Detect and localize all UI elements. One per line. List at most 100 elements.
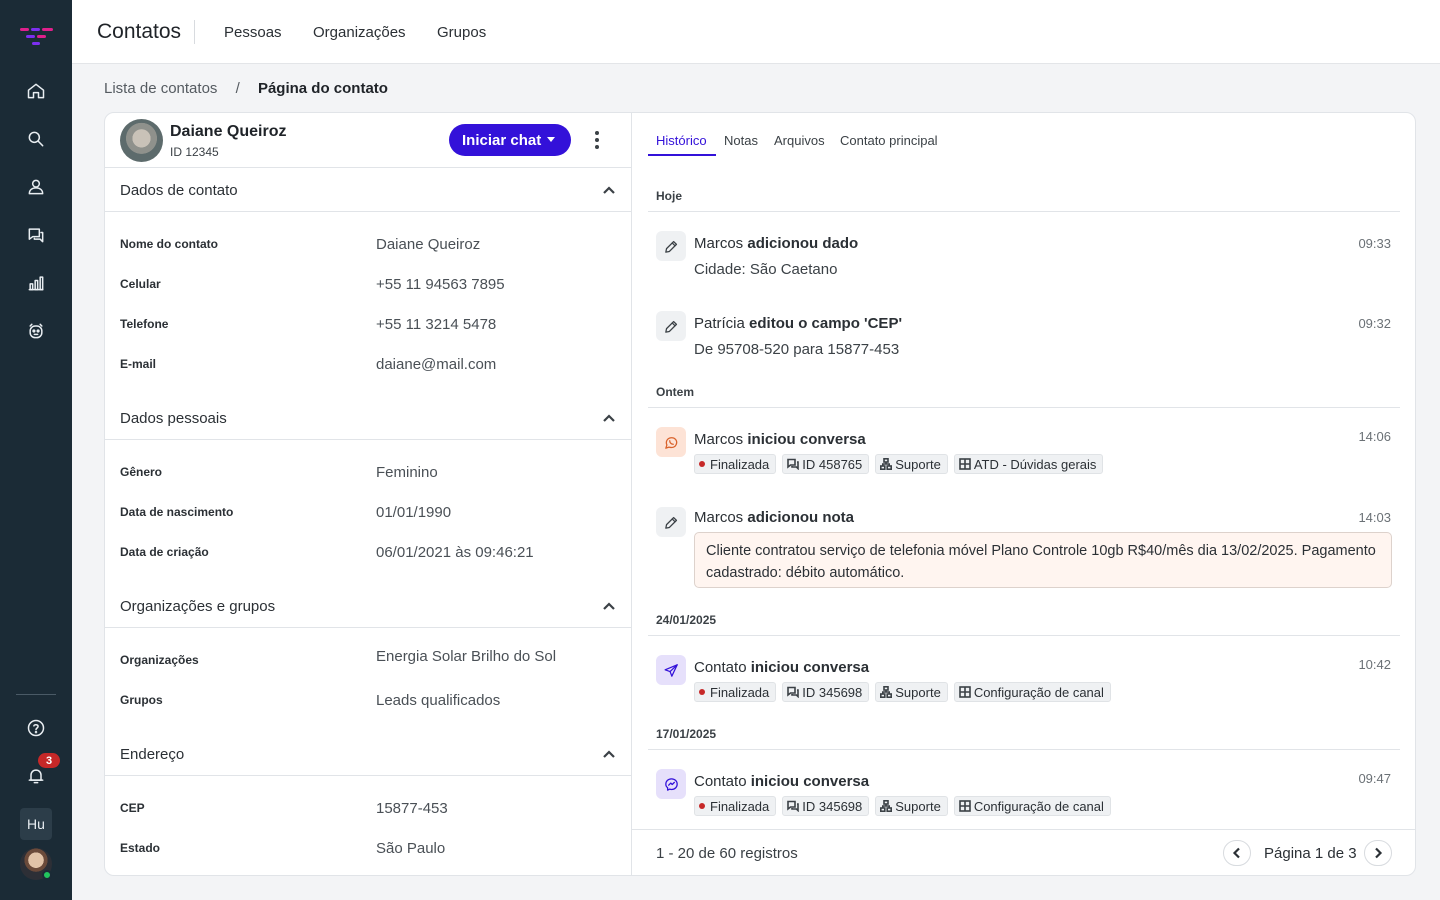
event-action: adicionou nota xyxy=(747,509,855,526)
event-time: 14:03 xyxy=(1358,510,1391,525)
event-detail: De 95708-520 para 15877-453 xyxy=(694,341,900,358)
team-chip-label: Suporte xyxy=(895,798,941,814)
chat-icon xyxy=(28,228,44,243)
title-divider xyxy=(194,20,195,44)
page-title: Contatos xyxy=(97,20,182,43)
event-actor: Marcos xyxy=(694,431,744,448)
breadcrumb-current: Página do contato xyxy=(257,80,388,97)
contact-details-panel: Daiane Queiroz ID 12345 Iniciar chat Dad… xyxy=(105,113,632,875)
sidebar-item-contacts[interactable] xyxy=(20,171,52,203)
queue-chip: Configuração de canal xyxy=(953,796,1111,816)
contact-avatar xyxy=(120,119,163,162)
breadcrumb-parent-link[interactable]: Lista de contatos xyxy=(104,80,217,97)
event-icon xyxy=(656,507,686,537)
help-button[interactable] xyxy=(20,712,52,744)
status-chip: Finalizada xyxy=(694,454,777,474)
status-dot xyxy=(699,461,705,467)
conversation-id-chip[interactable]: ID 458765 xyxy=(782,454,870,474)
event-title: Marcos adicionou dado xyxy=(694,235,858,252)
sidebar-item-chats[interactable] xyxy=(20,219,52,251)
pencil-icon xyxy=(664,516,677,529)
team-chip: Suporte xyxy=(875,454,948,474)
logo-icon xyxy=(20,28,53,45)
event-chips: Finalizada ID 345698 Suporte Configuraçã… xyxy=(694,796,1111,816)
tab-historico[interactable]: Histórico xyxy=(656,133,707,148)
tab-arquivos[interactable]: Arquivos xyxy=(774,133,825,148)
contact-id: ID 12345 xyxy=(170,145,219,159)
field-value-cep: 15877-453 xyxy=(376,800,448,817)
pencil-icon xyxy=(664,240,677,253)
field-value-organizations: Energia Solar Brilho do Sol xyxy=(376,648,557,665)
event-title: Contato iniciou conversa xyxy=(694,773,869,790)
section-orgs-groups-header[interactable]: Organizações e grupos xyxy=(105,584,632,628)
event-action: iniciou conversa xyxy=(747,431,866,448)
queue-chip-label: Configuração de canal xyxy=(973,684,1104,700)
event-actor: Patrícia xyxy=(694,315,745,332)
event-action: editou o campo 'CEP' xyxy=(749,315,903,332)
field-label: E-mail xyxy=(120,357,157,371)
section-title: Endereço xyxy=(120,746,185,763)
status-chip: Finalizada xyxy=(694,796,777,816)
home-icon xyxy=(27,83,45,99)
event-title: Contato iniciou conversa xyxy=(694,659,869,676)
event-actor: Marcos xyxy=(694,235,744,252)
grid-icon xyxy=(959,800,971,812)
day-divider xyxy=(648,635,1400,636)
status-chip-label: Finalizada xyxy=(710,684,770,700)
more-options-button[interactable] xyxy=(585,127,609,153)
reports-icon xyxy=(28,276,44,291)
section-personal-data-header[interactable]: Dados pessoais xyxy=(105,396,632,440)
queue-chip-label: Configuração de canal xyxy=(973,798,1104,814)
start-chat-button[interactable]: Iniciar chat xyxy=(449,124,571,156)
caret-down-icon xyxy=(547,137,555,142)
status-dot xyxy=(699,803,705,809)
event-icon xyxy=(656,769,686,799)
contact-name: Daiane Queiroz xyxy=(170,123,287,140)
team-chip: Suporte xyxy=(875,682,948,702)
user-icon xyxy=(28,179,44,195)
field-label: Estado xyxy=(120,841,161,855)
event-chips: Finalizada ID 345698 Suporte Configuraçã… xyxy=(694,682,1111,702)
team-icon xyxy=(880,458,893,470)
section-contact-data-header[interactable]: Dados de contato xyxy=(105,168,632,212)
conversation-id-label: ID 458765 xyxy=(802,456,863,472)
sidebar-item-bots[interactable] xyxy=(20,315,52,347)
field-value-phone: +55 11 3214 5478 xyxy=(376,316,497,333)
next-page-button[interactable] xyxy=(1364,840,1392,866)
queue-chip-label: ATD - Dúvidas gerais xyxy=(973,456,1097,472)
status-chip: Finalizada xyxy=(694,682,777,702)
tab-contato-principal[interactable]: Contato principal xyxy=(840,133,938,148)
tab-notas[interactable]: Notas xyxy=(724,133,758,148)
event-icon xyxy=(656,231,686,261)
section-address-header[interactable]: Endereço xyxy=(105,732,632,776)
queue-chip: ATD - Dúvidas gerais xyxy=(953,454,1104,474)
field-label: CEP xyxy=(120,801,145,815)
pencil-icon xyxy=(664,320,677,333)
conversation-id-label: ID 345698 xyxy=(802,798,863,814)
sidebar-item-reports[interactable] xyxy=(20,267,52,299)
tab-pessoas[interactable]: Pessoas xyxy=(224,24,282,41)
sidebar-item-search[interactable] xyxy=(20,123,52,155)
team-icon xyxy=(880,686,893,698)
tab-grupos[interactable]: Grupos xyxy=(437,24,486,41)
contact-card: Daiane Queiroz ID 12345 Iniciar chat Dad… xyxy=(104,112,1416,876)
field-label: Data de nascimento xyxy=(120,505,234,519)
tab-organizacoes[interactable]: Organizações xyxy=(313,24,406,41)
chevron-left-icon xyxy=(1232,847,1240,859)
sidebar-item-home[interactable] xyxy=(20,75,52,107)
conversation-id-chip[interactable]: ID 345698 xyxy=(782,682,870,702)
field-value-groups: Leads qualificados xyxy=(376,692,501,709)
pagination-footer: 1 - 20 de 60 registros Página 1 de 3 xyxy=(632,829,1415,875)
team-chip-label: Suporte xyxy=(895,684,941,700)
section-title: Organizações e grupos xyxy=(120,598,276,615)
previous-page-button[interactable] xyxy=(1223,840,1251,866)
event-icon xyxy=(656,311,686,341)
conversation-id-chip[interactable]: ID 345698 xyxy=(782,796,870,816)
event-action: adicionou dado xyxy=(747,235,859,252)
field-value-state: São Paulo xyxy=(376,840,446,857)
workspace-button[interactable]: Hu xyxy=(20,808,52,840)
kebab-dot xyxy=(595,138,599,142)
team-chip: Suporte xyxy=(875,796,948,816)
grid-icon xyxy=(959,458,971,470)
online-status-dot xyxy=(42,870,52,880)
